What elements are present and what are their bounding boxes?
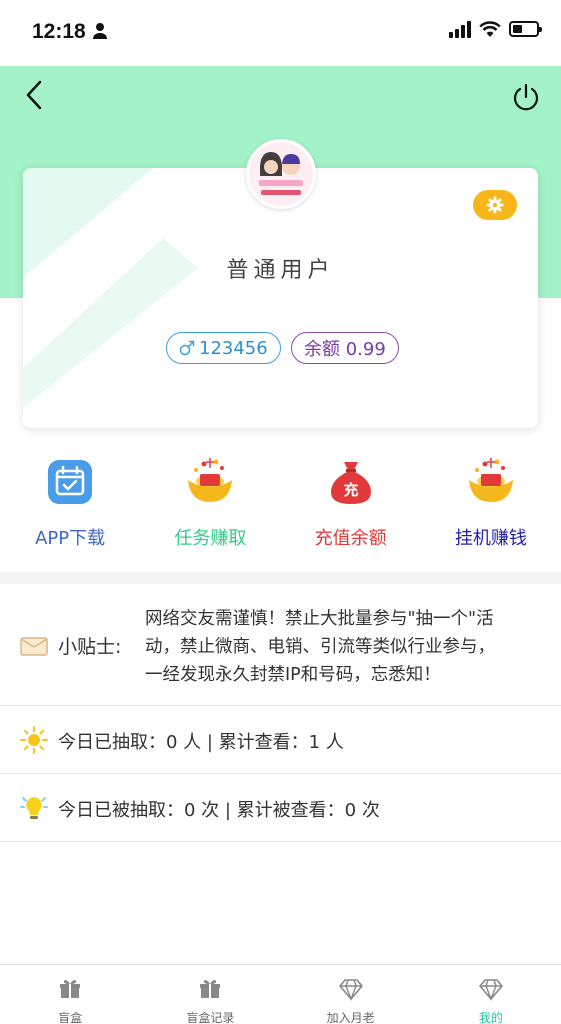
- gold-ingot-icon: [468, 458, 513, 502]
- balance-badge[interactable]: 余额 0.99: [291, 332, 399, 364]
- action-idle-earn[interactable]: 挂机赚钱: [421, 452, 561, 562]
- quick-actions: APP下载 任务赚取 充 充值余额 挂机赚钱: [0, 452, 561, 562]
- money-bag-icon: 充: [330, 462, 371, 504]
- card-decoration: [23, 168, 198, 408]
- status-time: 12:18: [32, 20, 86, 43]
- tab-label: 盲盒: [58, 1011, 83, 1024]
- power-icon[interactable]: [511, 82, 541, 112]
- stat-text: 今日已抽取：0 人 | 累计查看：1 人: [58, 732, 344, 753]
- tip-label: 小贴士:: [58, 636, 122, 658]
- action-label: 充值余额: [314, 528, 387, 549]
- profile-page: 12:18 普通用户 123456 余额 0.99 APP下载 任务赚取 充 充…: [0, 0, 561, 1024]
- tip-line: 一经发现永久封禁IP和号码，忘悉知！: [145, 665, 441, 685]
- action-app-download[interactable]: APP下载: [0, 452, 140, 562]
- tab-label: 加入月老: [326, 1011, 375, 1024]
- avatar[interactable]: [246, 139, 316, 209]
- action-label: 挂机赚钱: [454, 528, 527, 549]
- tab-label: 盲盒记录: [186, 1011, 235, 1024]
- gift-icon: [60, 980, 81, 998]
- tip-text: 网络交友需谨慎！禁止大批量参与"抽一个"活 动，禁止微商、电销、引流等类似行业参…: [145, 605, 535, 689]
- user-id: 123456: [199, 337, 268, 359]
- section-divider: [0, 572, 561, 584]
- signal-icon: [449, 20, 471, 38]
- envelope-icon: [20, 637, 48, 656]
- sun-icon: [20, 726, 48, 754]
- balance-text: 余额 0.99: [304, 339, 386, 360]
- tab-label: 我的: [478, 1011, 503, 1024]
- diamond-icon: [479, 979, 503, 1001]
- status-bar: 12:18: [0, 0, 561, 66]
- wifi-icon: [479, 20, 501, 37]
- back-icon[interactable]: [20, 80, 50, 110]
- tab-blind-box[interactable]: 盲盒: [0, 965, 140, 1024]
- status-indicators: [449, 20, 542, 38]
- male-icon: [179, 340, 195, 356]
- svg-text:充: 充: [343, 481, 358, 499]
- stat-text: 今日已被抽取：0 次 | 累计被查看：0 次: [58, 800, 380, 821]
- battery-icon: [509, 21, 542, 37]
- gear-icon: [486, 196, 504, 214]
- action-label: APP下载: [35, 528, 106, 549]
- action-task-earn[interactable]: 任务赚取: [140, 452, 280, 562]
- gold-ingot-icon: [188, 458, 233, 502]
- tab-join-matchmaker[interactable]: 加入月老: [281, 965, 421, 1024]
- person-icon: [93, 23, 107, 39]
- tab-blind-box-records[interactable]: 盲盒记录: [140, 965, 280, 1024]
- tip-line: 动，禁止微商、电销、引流等类似行业参与，: [145, 637, 495, 657]
- user-level-name: 普通用户: [226, 258, 335, 283]
- gift-icon: [200, 980, 221, 998]
- avatar-image: [249, 142, 313, 206]
- bottom-tab-bar: 盲盒 盲盒记录 加入月老 我的: [0, 964, 561, 1024]
- settings-button[interactable]: [473, 190, 517, 220]
- action-recharge[interactable]: 充 充值余额: [281, 452, 421, 562]
- stat-row-drawn: 今日已抽取：0 人 | 累计查看：1 人: [0, 706, 561, 774]
- stat-row-received: 今日已被抽取：0 次 | 累计被查看：0 次: [0, 774, 561, 842]
- tab-mine[interactable]: 我的: [421, 965, 561, 1024]
- action-label: 任务赚取: [174, 528, 247, 549]
- tip-line: 网络交友需谨慎！禁止大批量参与"抽一个"活: [145, 609, 494, 629]
- bulb-icon: [20, 797, 48, 819]
- user-id-badge: 123456: [166, 332, 281, 364]
- diamond-icon: [338, 979, 363, 1001]
- calendar-icon: [48, 460, 93, 504]
